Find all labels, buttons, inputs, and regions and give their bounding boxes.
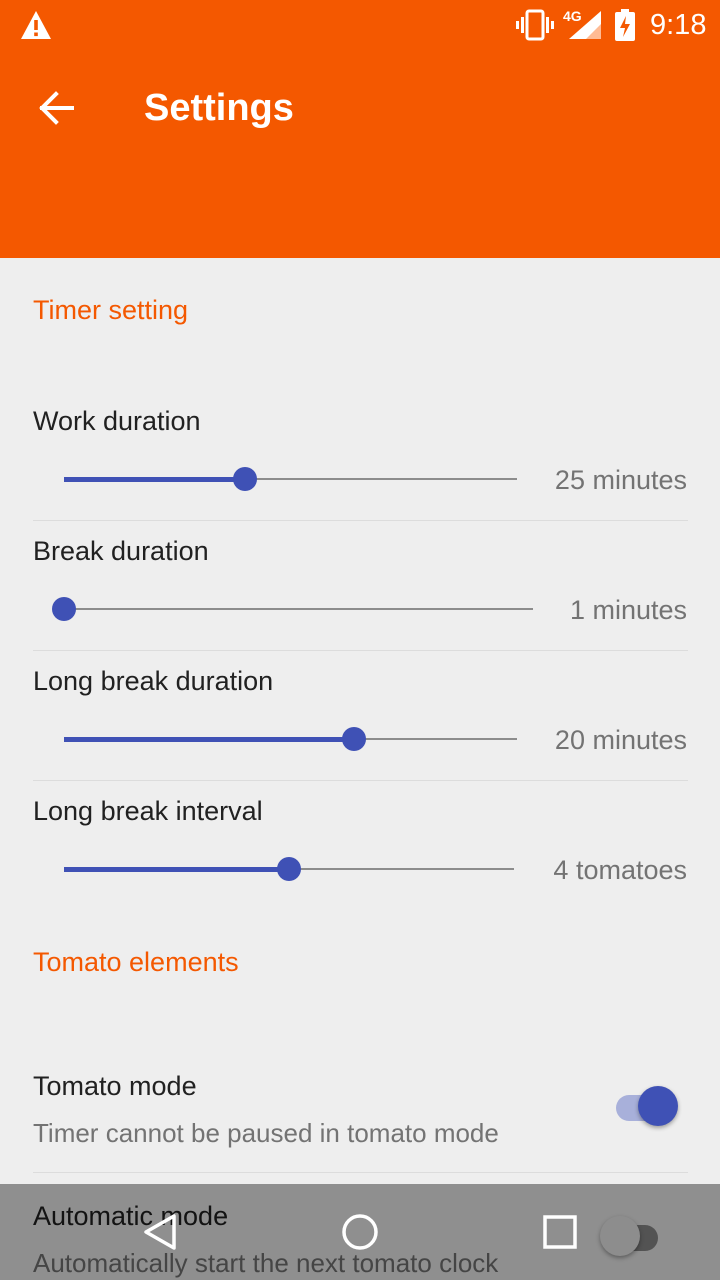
slider-thumb[interactable]: [52, 597, 76, 621]
network-type-label: 4G: [563, 8, 582, 24]
long-break-duration-slider[interactable]: [64, 727, 517, 751]
section-header-timer-setting: Timer setting: [33, 295, 189, 325]
long-break-interval-value: 4 tomatoes: [553, 855, 687, 885]
pref-summary: Timer cannot be paused in tomato mode: [33, 1118, 499, 1148]
pref-title: Break duration: [33, 536, 209, 566]
long-break-interval-slider[interactable]: [64, 857, 514, 881]
slider-thumb[interactable]: [277, 857, 301, 881]
pref-title: Long break interval: [33, 796, 263, 826]
settings-list: Timer setting Work duration 25 minutes B…: [0, 258, 720, 1280]
section-header-tomato-elements: Tomato elements: [33, 947, 239, 977]
tomato-mode-switch[interactable]: [614, 1086, 684, 1130]
break-duration-slider[interactable]: [52, 597, 533, 621]
switch-thumb: [638, 1086, 678, 1126]
status-bar: 4G 9:18: [0, 0, 720, 50]
pref-title: Tomato mode: [33, 1071, 197, 1101]
nav-back-icon[interactable]: [140, 1212, 180, 1252]
slider-thumb[interactable]: [341, 727, 366, 751]
signal-icon: 4G: [563, 8, 603, 45]
warning-icon: [21, 11, 51, 39]
navigation-bar: [0, 1184, 720, 1280]
pref-title: Long break duration: [33, 666, 274, 696]
pref-title: Work duration: [33, 406, 201, 436]
vibrate-icon: [516, 9, 554, 41]
slider-fill: [64, 737, 354, 742]
work-duration-slider[interactable]: [64, 467, 517, 491]
divider: [33, 780, 688, 781]
long-break-duration-value: 20 minutes: [554, 725, 687, 755]
nav-home-icon[interactable]: [340, 1212, 380, 1252]
slider-track: [64, 608, 533, 610]
clock: 9:18: [650, 9, 707, 41]
slider-thumb[interactable]: [233, 467, 258, 491]
slider-fill: [64, 477, 246, 482]
nav-recents-icon[interactable]: [540, 1212, 580, 1252]
slider-fill: [64, 867, 289, 872]
work-duration-value: 25 minutes: [554, 465, 687, 495]
divider: [33, 1172, 688, 1173]
divider: [33, 520, 688, 521]
divider: [33, 650, 688, 651]
page-title: Settings: [144, 87, 294, 129]
break-duration-value: 1 minutes: [569, 595, 687, 625]
arrow-back-icon[interactable]: [36, 88, 76, 128]
app-bar: Settings: [0, 50, 720, 258]
battery-charging-icon: [615, 9, 635, 41]
